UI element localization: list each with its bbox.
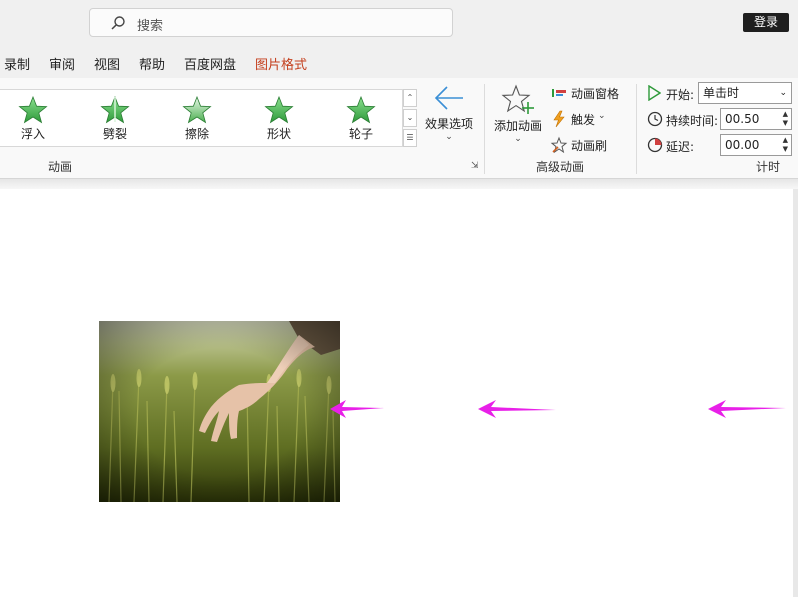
pane-icon	[552, 89, 566, 97]
start-dropdown[interactable]: 单击时 ⌄	[698, 82, 792, 104]
motion-arrow-icon[interactable]	[328, 396, 388, 422]
star-icon	[100, 96, 130, 124]
gallery-scroll-down[interactable]: ⌄	[403, 109, 417, 127]
group-label-animation: 动画	[48, 160, 73, 174]
animation-split[interactable]: 劈裂	[85, 96, 145, 144]
duration-label: 持续时间:	[666, 114, 719, 128]
duration-value: 00.50	[725, 112, 760, 126]
login-button[interactable]: 登录	[743, 13, 789, 32]
duration-spinner[interactable]: 00.50 ▲ ▼	[720, 108, 792, 130]
clock-icon	[647, 111, 663, 127]
tab-baidu-netdisk[interactable]: 百度网盘	[184, 54, 236, 73]
delay-spinner[interactable]: 00.00 ▲ ▼	[720, 134, 792, 156]
star-icon	[264, 96, 294, 124]
gallery-scroll: ⌃ ⌄ ☰	[403, 89, 417, 147]
tab-picture-format[interactable]: 图片格式	[255, 54, 307, 73]
trigger-label: 触发	[571, 113, 596, 127]
add-animation-label: 添加动画	[493, 119, 542, 133]
spin-up-icon[interactable]: ▲	[783, 136, 788, 145]
group-label-timing: 计时	[756, 160, 781, 174]
motion-arrow-icon[interactable]	[706, 396, 788, 422]
star-icon	[346, 96, 376, 124]
group-label-advanced-animation: 高级动画	[536, 160, 585, 174]
divider	[636, 84, 637, 174]
animation-shape[interactable]: 形状	[249, 96, 309, 144]
spin-down-icon[interactable]: ▼	[783, 119, 788, 128]
start-value: 单击时	[703, 86, 740, 100]
brush-star-icon	[550, 136, 568, 154]
animation-label: 形状	[266, 127, 291, 141]
effect-options-label: 效果选项	[424, 117, 473, 131]
dialog-launcher-icon[interactable]: ⇲	[471, 161, 479, 171]
gallery-more[interactable]: ☰	[403, 129, 417, 147]
animation-wheel[interactable]: 轮子	[331, 96, 391, 144]
ribbon: 浮入 劈裂 擦除 形状 轮子 ⌃ ⌄ ☰ 动画 ⇲ 效果选项 ⌄ 添加动画 ⌄ …	[0, 78, 798, 179]
animation-label: 劈裂	[102, 127, 127, 141]
tab-record[interactable]: 录制	[4, 54, 30, 73]
add-animation-button[interactable]: 添加动画 ⌄	[490, 84, 546, 144]
scrollbar-track[interactable]	[793, 189, 798, 597]
search-icon	[111, 16, 125, 30]
animation-label: 擦除	[184, 127, 209, 141]
title-bar: 搜索 登录	[0, 0, 798, 46]
chevron-down-icon: ⌄	[514, 134, 522, 144]
gallery-scroll-up[interactable]: ⌃	[403, 89, 417, 107]
wheat-field-image	[99, 321, 340, 502]
animation-wipe[interactable]: 擦除	[167, 96, 227, 144]
animation-painter-label: 动画刷	[571, 139, 608, 153]
animation-label: 轮子	[348, 127, 373, 141]
chevron-down-icon: ⌄	[598, 111, 606, 121]
motion-arrow-icon[interactable]	[476, 396, 558, 422]
chevron-down-icon: ⌄	[445, 132, 453, 142]
play-icon	[648, 85, 661, 101]
delay-value: 00.00	[725, 138, 760, 152]
start-label: 开始:	[666, 88, 695, 102]
tab-help[interactable]: 帮助	[139, 54, 165, 73]
ribbon-shadow	[0, 179, 798, 189]
lightning-icon	[553, 110, 565, 128]
tab-review[interactable]: 审阅	[49, 54, 75, 73]
search-box[interactable]: 搜索	[89, 8, 453, 37]
delay-clock-icon	[647, 137, 663, 153]
effect-options-button[interactable]: 效果选项 ⌄	[422, 84, 476, 142]
slide-picture-wheat-hand[interactable]	[99, 321, 340, 502]
animation-label: 浮入	[20, 127, 45, 141]
divider	[484, 84, 485, 174]
tab-view[interactable]: 视图	[94, 54, 120, 73]
star-icon	[18, 96, 48, 124]
star-icon	[182, 96, 212, 124]
arrow-left-icon	[434, 86, 463, 110]
animation-pane-label: 动画窗格	[571, 87, 620, 101]
add-star-icon	[501, 84, 534, 114]
animation-gallery: 浮入 劈裂 擦除 形状 轮子	[0, 89, 403, 147]
search-placeholder: 搜索	[137, 19, 164, 34]
ribbon-tabs: 录制 审阅 视图 帮助 百度网盘 图片格式	[0, 46, 798, 78]
spin-down-icon[interactable]: ▼	[783, 145, 788, 154]
animation-fly-in[interactable]: 浮入	[3, 96, 63, 144]
spin-up-icon[interactable]: ▲	[783, 110, 788, 119]
chevron-down-icon: ⌄	[779, 88, 787, 98]
delay-label: 延迟:	[666, 140, 695, 154]
